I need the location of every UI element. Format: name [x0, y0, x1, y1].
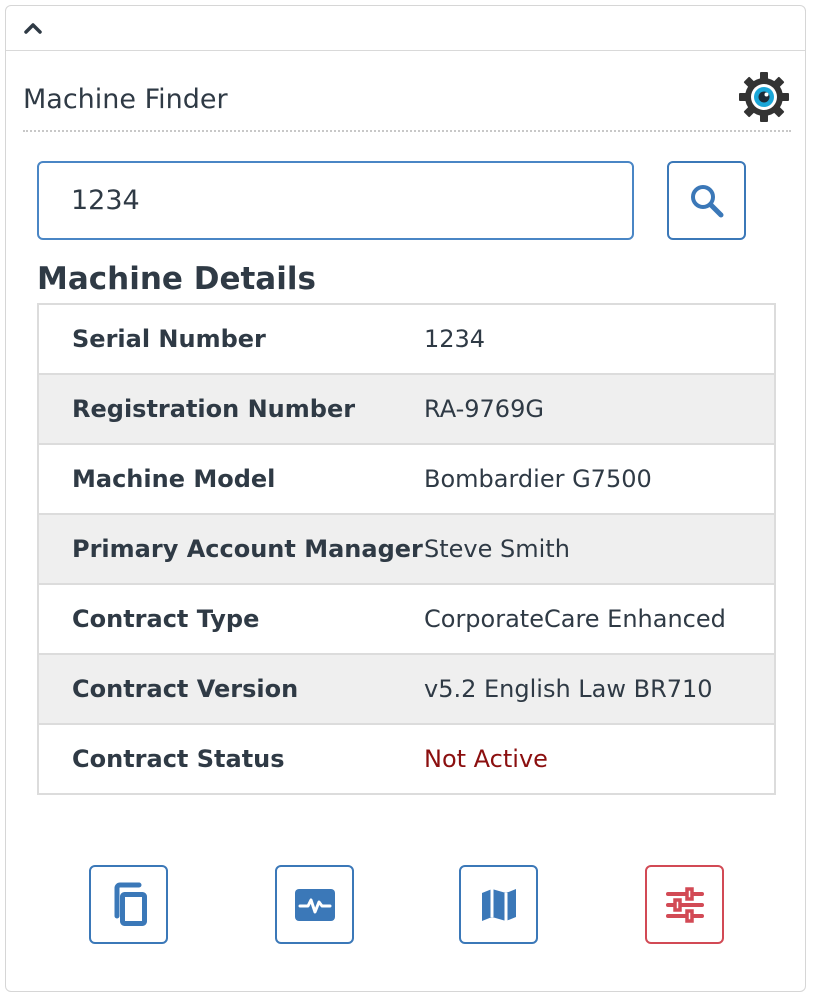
activity-monitor-icon: [294, 888, 335, 921]
row-value: Bombardier G7500: [424, 465, 652, 493]
machine-details-title: Machine Details: [37, 261, 316, 297]
table-row-contract-version: Contract Version v5.2 English Law BR710: [39, 653, 774, 723]
panel-title: Machine Finder: [23, 84, 228, 115]
copy-icon: [114, 882, 147, 926]
row-label: Contract Status: [72, 745, 285, 773]
machine-search-input[interactable]: [37, 161, 634, 240]
row-value: Steve Smith: [424, 535, 570, 563]
panel-toolbar: [6, 6, 805, 51]
machine-finder-panel: Machine Finder Mac: [5, 5, 806, 992]
table-row-primary-account-manager: Primary Account Manager Steve Smith: [39, 513, 774, 583]
row-label: Machine Model: [72, 465, 276, 493]
row-label: Contract Type: [72, 605, 260, 633]
row-label: Contract Version: [72, 675, 299, 703]
table-row-contract-status: Contract Status Not Active: [39, 723, 774, 793]
row-label: Serial Number: [72, 325, 266, 353]
row-value: v5.2 English Law BR710: [424, 675, 713, 703]
table-row-serial-number: Serial Number 1234: [39, 305, 774, 373]
contract-status-value: Not Active: [424, 745, 548, 773]
machine-details-table: Serial Number 1234 Registration Number R…: [37, 303, 776, 795]
row-label: Primary Account Manager: [72, 535, 423, 563]
row-value: 1234: [424, 325, 486, 353]
table-row-machine-model: Machine Model Bombardier G7500: [39, 443, 774, 513]
chevron-up-icon: [24, 23, 42, 34]
table-row-registration-number: Registration Number RA-9769G: [39, 373, 774, 443]
search-icon: [690, 184, 723, 217]
search-button[interactable]: [667, 161, 746, 240]
filter-settings-button[interactable]: [645, 865, 724, 944]
sliders-icon: [665, 886, 704, 923]
activity-monitor-button[interactable]: [275, 865, 354, 944]
copy-button[interactable]: [89, 865, 168, 944]
collapse-button[interactable]: [21, 17, 45, 39]
row-value: RA-9769G: [424, 395, 544, 423]
map-icon: [481, 888, 516, 921]
gear-eye-icon: [739, 72, 789, 122]
row-label: Registration Number: [72, 395, 356, 423]
table-row-contract-type: Contract Type CorporateCare Enhanced: [39, 583, 774, 653]
settings-button[interactable]: [737, 70, 791, 124]
header-divider: [23, 130, 791, 132]
map-button[interactable]: [459, 865, 538, 944]
row-value: CorporateCare Enhanced: [424, 605, 726, 633]
